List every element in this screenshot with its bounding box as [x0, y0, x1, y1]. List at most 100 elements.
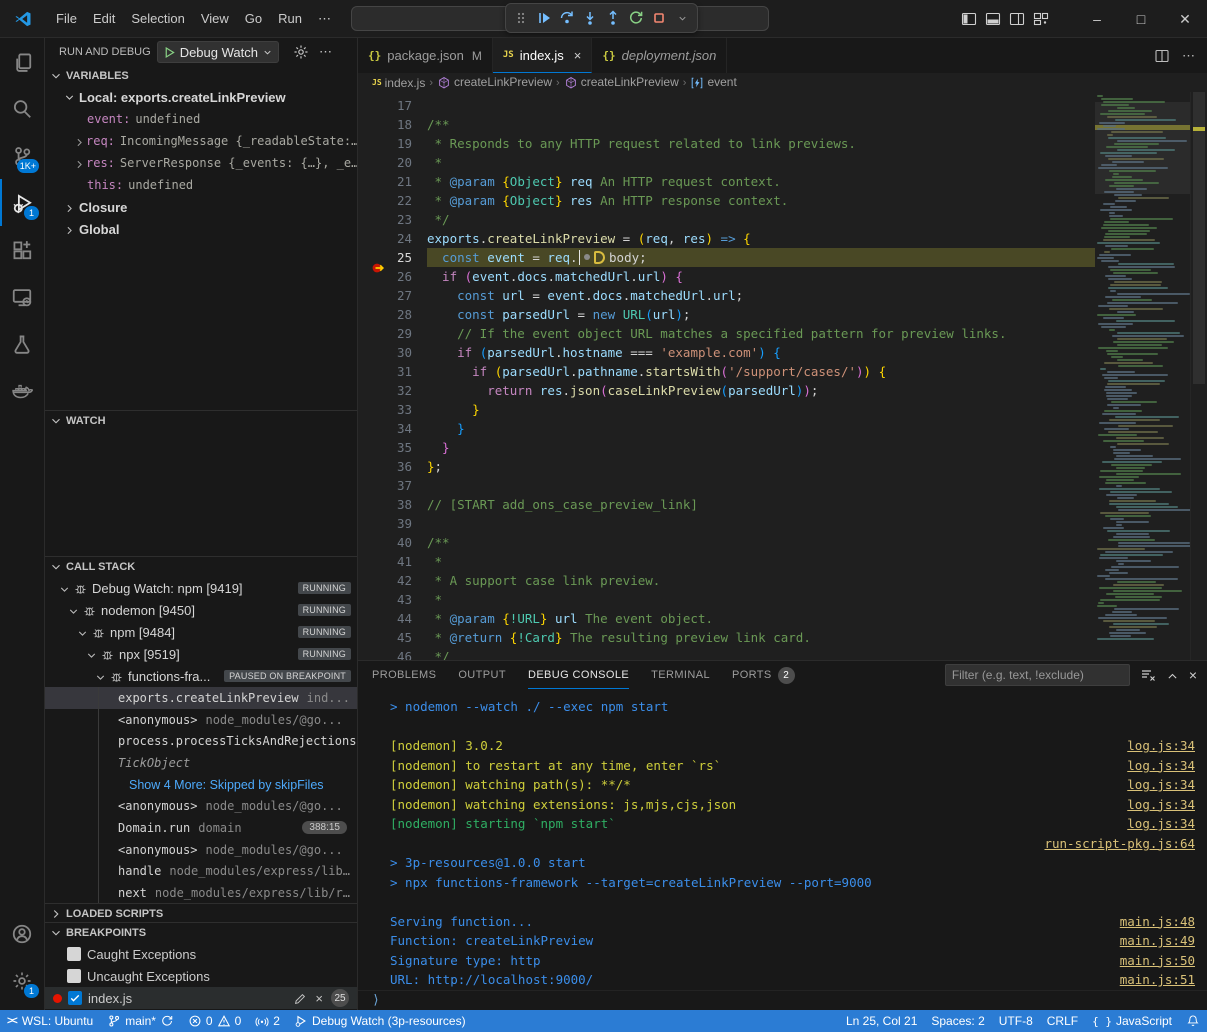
split-editor-icon[interactable]	[1154, 47, 1170, 64]
console-source-link[interactable]: log.js:34	[1127, 797, 1195, 812]
breakpoint-row[interactable]: Caught Exceptions	[45, 943, 357, 965]
stack-frame-row[interactable]: process.processTicksAndRejections	[45, 730, 357, 752]
tab-index.js[interactable]: JSindex.js×	[493, 38, 593, 73]
panel-tab-output[interactable]: OUTPUT	[458, 661, 506, 689]
stack-frame-row[interactable]: exports.createLinkPreviewind...	[45, 687, 357, 709]
git-branch-item[interactable]: main*	[100, 1010, 181, 1032]
code-line[interactable]: 39	[358, 514, 1095, 533]
activity-item-explorer[interactable]	[0, 38, 44, 85]
activity-item-run-and-debug[interactable]: 1	[0, 179, 44, 226]
console-row[interactable]: [nodemon] to restart at any time, enter …	[390, 756, 1195, 776]
code-line[interactable]: 40/**	[358, 533, 1095, 552]
maximize-panel-icon[interactable]	[1166, 667, 1179, 682]
console-row[interactable]	[390, 717, 1195, 737]
stack-frame-row[interactable]: <anonymous>node_modules/@go...	[45, 709, 357, 731]
language-mode-item[interactable]: { } JavaScript	[1085, 1010, 1179, 1032]
code-line[interactable]: 41 *	[358, 552, 1095, 571]
tab-deployment.json[interactable]: {}deployment.json	[592, 38, 727, 73]
code-line[interactable]: 35 }	[358, 438, 1095, 457]
console-row[interactable]: > npx functions-framework --target=creat…	[390, 873, 1195, 893]
console-row[interactable]: > 3p-resources@1.0.0 start	[390, 853, 1195, 873]
debug-step-into-button[interactable]	[580, 7, 600, 29]
code-line[interactable]: 27 const url = event.docs.matchedUrl.url…	[358, 286, 1095, 305]
remove-breakpoint-icon[interactable]: ×	[315, 991, 323, 1006]
call-stack-section-header[interactable]: CALL STACK	[45, 557, 357, 577]
encoding-item[interactable]: UTF-8	[992, 1010, 1040, 1032]
console-row[interactable]: [nodemon] 3.0.2log.js:34	[390, 736, 1195, 756]
activity-item-settings[interactable]: 1	[0, 957, 44, 1004]
breadcrumb-item[interactable]: createLinkPreview	[437, 75, 552, 90]
variables-group-closure[interactable]: Closure	[45, 196, 357, 218]
stack-frame-row[interactable]: nextnode_modules/express/lib/ro...	[45, 882, 357, 904]
panel-tab-problems[interactable]: PROBLEMS	[372, 661, 436, 689]
code-line[interactable]: 20 *	[358, 153, 1095, 172]
code-line[interactable]: 30 if (parsedUrl.hostname === 'example.c…	[358, 343, 1095, 362]
debug-session-row[interactable]: Debug Watch: npm [9419]RUNNING	[45, 577, 357, 599]
debug-session-row[interactable]: functions-fra...PAUSED ON BREAKPOINT	[45, 665, 357, 687]
variables-scope-row[interactable]: Local: exports.createLinkPreview	[45, 86, 357, 108]
breadcrumb-item[interactable]: JSindex.js	[372, 76, 425, 90]
console-source-link[interactable]: log.js:34	[1127, 777, 1195, 792]
activity-item-remote-explorer[interactable]	[0, 273, 44, 320]
show-more-link[interactable]: Show 4 More: Skipped by skipFiles	[45, 774, 357, 796]
debug-session-row[interactable]: nodemon [9450]RUNNING	[45, 599, 357, 621]
code-line[interactable]: 46 */	[358, 647, 1095, 660]
menu-view[interactable]: View	[193, 7, 237, 31]
minimize-button[interactable]: –	[1075, 0, 1119, 38]
breadcrumb-item[interactable]: createLinkPreview	[564, 75, 679, 90]
console-source-link[interactable]: main.js:51	[1120, 972, 1195, 987]
activity-item-accounts[interactable]	[0, 910, 44, 957]
console-row[interactable]: URL: http://localhost:9000/main.js:51	[390, 970, 1195, 990]
code-line[interactable]: 32 return res.json(caseLinkPreview(parse…	[358, 381, 1095, 400]
menu-[interactable]: ⋯	[310, 7, 339, 31]
problems-item[interactable]: 0 0	[181, 1010, 248, 1032]
menu-file[interactable]: File	[48, 7, 85, 31]
code-editor[interactable]: 1718/**19 * Responds to any HTTP request…	[358, 92, 1207, 660]
toggle-sidebar-icon[interactable]	[961, 11, 977, 28]
code-line[interactable]: 33 }	[358, 400, 1095, 419]
console-source-link[interactable]: main.js:50	[1120, 953, 1195, 968]
console-row[interactable]: [nodemon] starting `npm start`log.js:34	[390, 814, 1195, 834]
eol-item[interactable]: CRLF	[1040, 1010, 1085, 1032]
clear-console-icon[interactable]	[1140, 667, 1156, 684]
breakpoint-row[interactable]: Uncaught Exceptions	[45, 965, 357, 987]
code-line[interactable]: 45 * @return {!Card} The resulting previ…	[358, 628, 1095, 647]
remote-indicator[interactable]: >< WSL: Ubuntu	[0, 1010, 100, 1032]
cursor-position-item[interactable]: Ln 25, Col 21	[839, 1010, 924, 1032]
edit-breakpoint-icon[interactable]	[293, 990, 307, 1006]
overview-ruler[interactable]	[1190, 92, 1207, 660]
debug-settings-gear-icon[interactable]	[293, 44, 309, 61]
variables-section-header[interactable]: VARIABLES	[45, 66, 357, 86]
console-row[interactable]: [nodemon] watching extensions: js,mjs,cj…	[390, 795, 1195, 815]
console-row[interactable]: run-script-pkg.js:64	[390, 834, 1195, 854]
activity-item-docker[interactable]	[0, 367, 44, 414]
code-line[interactable]: 31 if (parsedUrl.pathname.startsWith('/s…	[358, 362, 1095, 381]
sidebar-more-actions-icon[interactable]: ⋯	[319, 44, 332, 60]
debug-session-item[interactable]: Debug Watch (3p-resources)	[287, 1010, 473, 1032]
indentation-item[interactable]: Spaces: 2	[924, 1010, 991, 1032]
code-line[interactable]: 36};	[358, 457, 1095, 476]
variables-group-global[interactable]: Global	[45, 218, 357, 240]
breakpoint-checkbox[interactable]	[68, 991, 82, 1005]
code-line[interactable]: 29 // If the event object URL matches a …	[358, 324, 1095, 343]
toggle-panel-icon[interactable]	[985, 11, 1001, 28]
loaded-scripts-section-header[interactable]: LOADED SCRIPTS	[45, 904, 357, 924]
launch-configuration-dropdown[interactable]: Debug Watch	[157, 41, 279, 63]
debug-console-input[interactable]: ⟩	[358, 990, 1207, 1010]
tab-package.json[interactable]: {}package.jsonM	[358, 38, 493, 73]
toggle-secondary-sidebar-icon[interactable]	[1009, 11, 1025, 28]
code-line[interactable]: 21 * @param {Object} req An HTTP request…	[358, 172, 1095, 191]
code-line[interactable]: 23 */	[358, 210, 1095, 229]
watch-section-header[interactable]: WATCH	[45, 411, 357, 431]
editor-more-actions-icon[interactable]: ⋯	[1182, 48, 1195, 64]
close-panel-icon[interactable]: ×	[1189, 667, 1197, 683]
console-row[interactable]: Signature type: httpmain.js:50	[390, 951, 1195, 971]
console-filter-input[interactable]	[945, 664, 1130, 686]
breakpoints-section-header[interactable]: BREAKPOINTS	[45, 923, 357, 943]
notifications-bell-icon[interactable]	[1179, 1010, 1207, 1032]
activity-item-source-control[interactable]: 1K+	[0, 132, 44, 179]
stack-frame-row[interactable]: <anonymous>node_modules/@go...	[45, 795, 357, 817]
console-source-link[interactable]: main.js:48	[1120, 914, 1195, 929]
console-source-link[interactable]: run-script-pkg.js:64	[1044, 836, 1195, 851]
debug-continue-button[interactable]	[534, 7, 554, 29]
